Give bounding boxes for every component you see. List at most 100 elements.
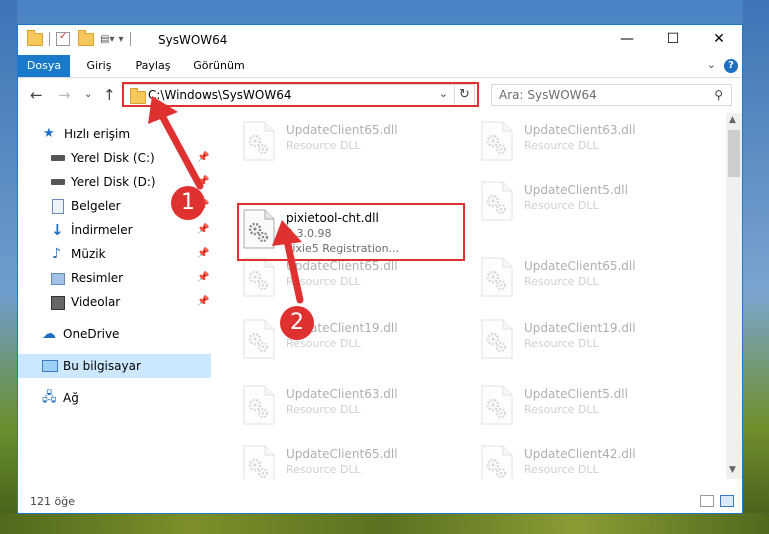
back-button[interactable]: ← <box>30 86 43 104</box>
sidebar-item-label: Müzik <box>71 247 106 261</box>
documents-icon <box>52 199 64 214</box>
file-type: Resource DLL <box>286 275 361 288</box>
toolbar-separator <box>49 32 50 46</box>
dll-file-icon <box>480 181 514 221</box>
file-tile[interactable]: UpdateClient19.dll Resource DLL <box>212 315 437 367</box>
music-icon: ♪ <box>52 246 61 262</box>
file-tile[interactable]: UpdateClient65.dll Resource DLL <box>212 441 437 479</box>
file-tile[interactable]: UpdateClient63.dll Resource DLL <box>212 381 437 433</box>
dll-file-icon <box>480 257 514 297</box>
file-type: Resource DLL <box>524 337 599 350</box>
dll-file-icon <box>242 257 276 297</box>
navigation-bar: ← → ⌄ ↑ C:\Windows\SysWOW64 ⌄ ↻ Ara: Sys… <box>18 78 742 112</box>
sidebar-item-label: Resimler <box>71 271 124 285</box>
file-tile[interactable]: UpdateClient65.dll Resource DLL <box>450 253 675 305</box>
sidebar-item-label: Yerel Disk (D:) <box>71 175 156 189</box>
sidebar-item-pictures[interactable]: Resimler 📌 <box>18 266 211 290</box>
sidebar-item-label: Videolar <box>71 295 121 309</box>
dll-file-icon <box>242 445 276 479</box>
up-button[interactable]: ↑ <box>103 86 116 104</box>
sidebar-item-music[interactable]: ♪ Müzik 📌 <box>18 242 211 266</box>
file-name: UpdateClient65.dll <box>286 447 398 461</box>
pin-icon: 📌 <box>197 272 210 283</box>
properties-icon[interactable]: ✓ <box>56 31 70 46</box>
new-folder-icon[interactable] <box>78 29 94 46</box>
computer-icon <box>42 360 58 372</box>
sidebar-item-disk-c[interactable]: Yerel Disk (C:) 📌 <box>18 146 211 170</box>
sidebar-item-this-pc[interactable]: Bu bilgisayar <box>18 354 211 378</box>
folder-icon <box>27 29 43 46</box>
pin-icon: 📌 <box>197 248 210 259</box>
sidebar-item-network[interactable]: 🖧 Ağ <box>18 386 211 410</box>
file-type: Resource DLL <box>286 139 361 152</box>
scroll-thumb[interactable] <box>728 130 740 177</box>
recent-locations-button[interactable]: ⌄ <box>84 89 92 100</box>
file-type: Resource DLL <box>524 403 599 416</box>
file-highlight-box <box>237 203 465 261</box>
desktop-background-bottom <box>0 513 769 534</box>
status-bar: 121 öğe <box>18 491 742 513</box>
file-tile[interactable]: UpdateClient5.dll Resource DLL <box>450 381 675 433</box>
videos-icon <box>51 296 65 310</box>
pin-icon: 📌 <box>197 152 210 163</box>
ribbon-tabs: Dosya Giriş Paylaş Görünüm ⌄ ? <box>18 55 742 78</box>
sidebar-item-label: İndirmeler <box>71 223 133 237</box>
file-tile[interactable]: UpdateClient63.dll Resource DLL <box>450 117 675 169</box>
window-title: SysWOW64 <box>158 33 228 47</box>
tab-view[interactable]: Görünüm <box>190 55 248 77</box>
dll-file-icon <box>242 319 276 359</box>
customize-toolbar-icon[interactable]: ▤▾ <box>100 34 114 45</box>
pin-icon: 📌 <box>197 224 210 235</box>
file-type: Resource DLL <box>524 139 599 152</box>
desktop-background-right <box>743 0 769 534</box>
scroll-down-icon[interactable]: ▼ <box>729 465 736 475</box>
sidebar-item-downloads[interactable]: ↓ İndirmeler 📌 <box>18 218 211 242</box>
sidebar-item-onedrive[interactable]: ☁ OneDrive <box>18 322 211 346</box>
details-view-icon[interactable] <box>700 495 714 507</box>
file-type: Resource DLL <box>286 463 361 476</box>
toolbar-separator <box>129 32 131 46</box>
forward-button[interactable]: → <box>58 86 71 104</box>
quick-access-toolbar: ✓ ▤▾ ▾ <box>27 29 137 46</box>
file-name: UpdateClient65.dll <box>286 123 398 137</box>
maximize-button[interactable]: ☐ <box>650 25 696 55</box>
sidebar-item-label: Belgeler <box>71 199 121 213</box>
vertical-scrollbar[interactable]: ▲ ▼ <box>726 113 742 479</box>
file-tile[interactable]: UpdateClient42.dll Resource DLL <box>450 441 675 479</box>
sidebar-item-label: OneDrive <box>63 327 120 341</box>
toolbar-dropdown-icon[interactable]: ▾ <box>118 34 123 45</box>
sidebar-item-videos[interactable]: Videolar 📌 <box>18 290 211 314</box>
tab-file[interactable]: Dosya <box>18 55 70 77</box>
minimize-button[interactable]: — <box>604 25 650 55</box>
drive-icon <box>51 155 65 161</box>
download-icon: ↓ <box>51 221 64 239</box>
sidebar-item-quick-access[interactable]: ★ Hızlı erişim <box>18 122 211 146</box>
file-list: UpdateClient65.dll Resource DLL UpdateCl… <box>212 113 726 479</box>
file-name: UpdateClient65.dll <box>524 259 636 273</box>
help-icon[interactable]: ? <box>724 59 738 73</box>
large-icons-view-icon[interactable] <box>720 495 734 507</box>
file-tile[interactable]: UpdateClient19.dll Resource DLL <box>450 315 675 367</box>
navigation-pane: ★ Hızlı erişim Yerel Disk (C:) 📌 Yerel D… <box>18 113 211 479</box>
search-icon[interactable]: ⚲ <box>714 88 723 102</box>
sidebar-item-label: Ağ <box>63 391 79 405</box>
dll-file-icon <box>242 385 276 425</box>
file-name: UpdateClient5.dll <box>524 183 628 197</box>
file-tile[interactable]: UpdateClient5.dll Resource DLL <box>450 177 675 229</box>
file-name: UpdateClient65.dll <box>286 259 398 273</box>
file-name: UpdateClient19.dll <box>524 321 636 335</box>
title-bar: ✓ ▤▾ ▾ SysWOW64 — ☐ ✕ <box>18 25 742 55</box>
scroll-up-icon[interactable]: ▲ <box>729 115 736 125</box>
close-button[interactable]: ✕ <box>696 25 742 55</box>
tab-share[interactable]: Paylaş <box>130 55 176 77</box>
drive-icon <box>51 179 65 185</box>
search-box[interactable]: Ara: SysWOW64 ⚲ <box>491 84 732 106</box>
ribbon-expand-icon[interactable]: ⌄ <box>707 58 716 71</box>
tab-home[interactable]: Giriş <box>80 55 118 77</box>
dll-file-icon <box>480 319 514 359</box>
file-name: UpdateClient42.dll <box>524 447 636 461</box>
file-tile[interactable]: UpdateClient65.dll Resource DLL <box>212 117 437 169</box>
file-name: UpdateClient63.dll <box>524 123 636 137</box>
network-icon: 🖧 <box>42 390 57 405</box>
item-count: 121 öğe <box>30 495 75 508</box>
